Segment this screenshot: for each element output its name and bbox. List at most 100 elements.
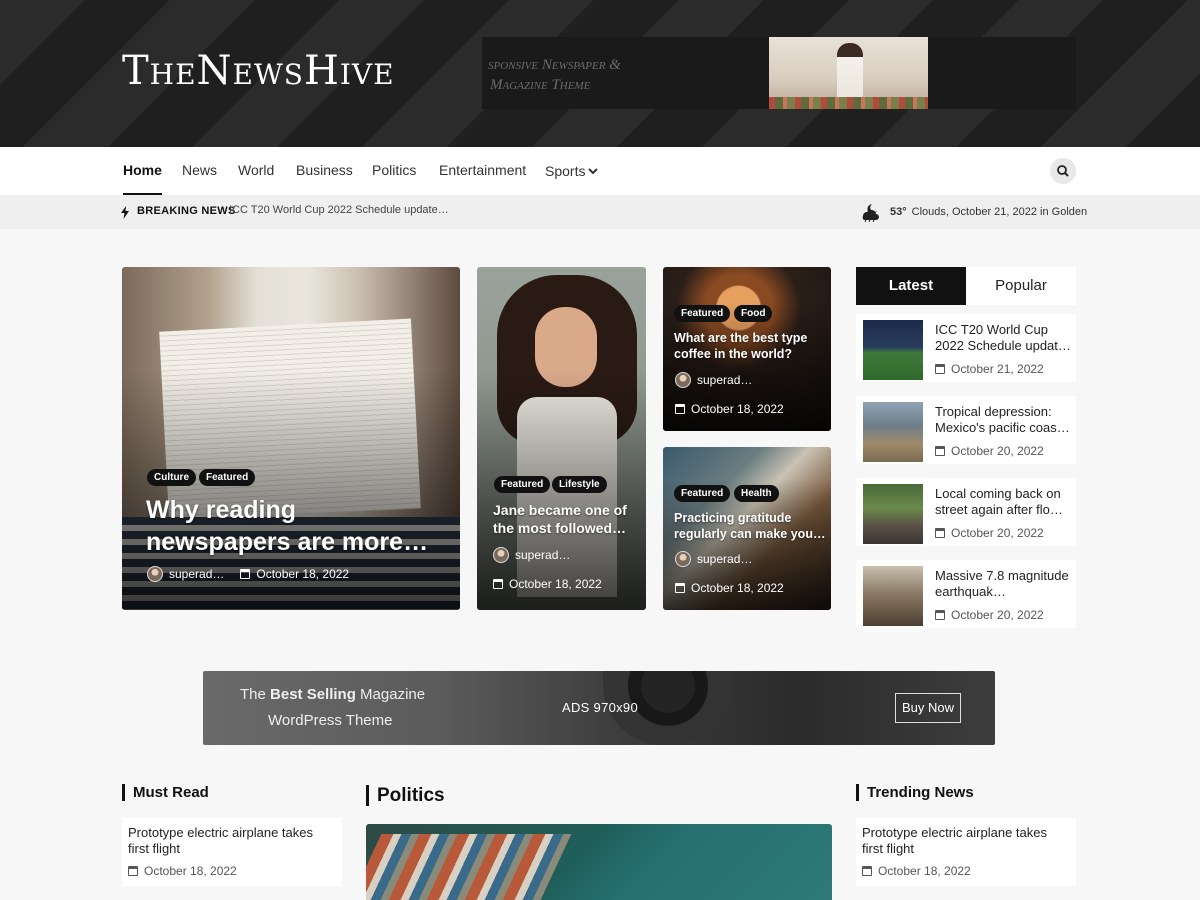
list-item[interactable]: Prototype electric airplane takes first … [856,818,1076,886]
nav-item-politics[interactable]: Politics [372,147,416,195]
card-meta-date: October 18, 2022 [493,577,602,591]
sidebar-item-date: October 21, 2022 [935,362,1044,376]
card-meta: superad… [675,372,752,388]
featured-card-title[interactable]: What are the best type coffee in the wor… [674,330,826,362]
thumbnail [863,566,923,626]
weather-widget: 53° Clouds, October 21, 2022 in Golden [860,201,1087,223]
cloud-moon-icon [862,204,879,222]
sidebar-item-title[interactable]: Tropical depression: Mexico's pacific co… [935,404,1071,436]
container-port-image [366,834,572,900]
ad-headline: The Best Selling Magazine [240,686,426,703]
sidebar-item-title[interactable]: ICC T20 World Cup 2022 Schedule updat… [935,322,1071,354]
section-title-trending: Trending News [856,784,974,801]
list-item-date: October 18, 2022 [128,864,237,878]
featured-card[interactable]: Featured Health Practicing gratitude reg… [663,447,831,610]
weather-desc: Clouds, October 21, 2022 in Golden [911,206,1088,218]
featured-card-title[interactable]: Why reading newspapers are more… [146,494,436,558]
calendar-icon [675,404,685,414]
post-date: October 18, 2022 [691,581,784,595]
badge-featured[interactable]: Featured [199,469,256,486]
calendar-icon [862,866,872,876]
featured-card[interactable]: Culture Featured Why reading newspapers … [122,267,460,610]
calendar-icon [935,528,945,538]
tab-latest[interactable]: Latest [856,267,966,305]
badge-lifestyle[interactable]: Lifestyle [552,476,607,493]
section-title-must-read: Must Read [122,784,209,801]
ad-banner[interactable]: The Best Selling Magazine WordPress Them… [203,671,995,745]
list-item-title[interactable]: Prototype electric airplane takes first … [128,825,333,857]
card-meta-date: October 18, 2022 [675,402,784,416]
badge-culture[interactable]: Culture [147,469,196,486]
nav-item-news[interactable]: News [182,147,217,195]
featured-card[interactable]: Featured Lifestyle Jane became one of th… [477,267,646,610]
thumbnail [863,484,923,544]
calendar-icon [128,866,138,876]
site-logo[interactable]: TheNewsHive [122,48,395,94]
breaking-news-label: BREAKING NEWS [137,205,236,217]
avatar [675,551,691,567]
header-ad-banner[interactable]: sponsive Newspaper & Magazine Theme [482,37,1076,109]
author-name[interactable]: superad… [697,373,752,387]
post-date: October 18, 2022 [509,577,602,591]
author-name[interactable]: superad… [515,548,570,562]
thumbnail [863,320,923,380]
calendar-icon [240,569,251,579]
author-name[interactable]: superad… [697,552,752,566]
card-meta: superad… October 18, 2022 [147,566,349,582]
featured-card[interactable]: Featured Food What are the best type cof… [663,267,831,431]
chevron-down-icon [588,168,599,175]
calendar-icon [935,610,945,620]
badge-food[interactable]: Food [734,305,773,322]
calendar-icon [935,446,945,456]
buy-now-button[interactable]: Buy Now [895,693,961,723]
thumbnail [863,402,923,462]
search-button[interactable] [1050,158,1076,184]
avatar [675,372,691,388]
badge-featured[interactable]: Featured [674,485,731,502]
avatar [147,566,163,582]
calendar-icon [493,579,503,589]
list-item-title[interactable]: Prototype electric airplane takes first … [862,825,1067,857]
sidebar-item-title[interactable]: Local coming back on street again after … [935,486,1071,518]
nav-item-entertainment[interactable]: Entertainment [439,147,526,195]
sidebar-tabs: Latest Popular [856,267,1076,305]
nav-item-world[interactable]: World [238,147,274,195]
site-header: TheNewsHive sponsive Newspaper & Magazin… [0,0,1200,147]
list-item[interactable]: Prototype electric airplane takes first … [122,818,342,886]
section-title-politics: Politics [366,785,445,806]
avatar [493,547,509,563]
nav-item-business[interactable]: Business [296,147,353,195]
lightning-icon [121,206,129,219]
breaking-news-headline[interactable]: ICC T20 World Cup 2022 Schedule update… [229,204,449,216]
featured-card-title[interactable]: Jane became one of the most followed… [493,501,641,537]
header-ad-photo [769,37,928,109]
sidebar-item-date: October 20, 2022 [935,608,1044,622]
calendar-icon [935,364,945,374]
nav-item-sports-label: Sports [545,163,586,179]
author-name[interactable]: superad… [169,567,224,581]
breaking-news-bar: BREAKING NEWS ICC T20 World Cup 2022 Sch… [0,195,1200,229]
featured-card-title[interactable]: Practicing gratitude regularly can make … [674,510,826,542]
tab-popular[interactable]: Popular [966,267,1076,305]
card-meta-date: October 18, 2022 [675,581,784,595]
badge-featured[interactable]: Featured [674,305,731,322]
badge-featured[interactable]: Featured [494,476,551,493]
card-meta: superad… [675,551,752,567]
badge-health[interactable]: Health [734,485,779,502]
sidebar-list-item[interactable]: Massive 7.8 magnitude earthquak… October… [856,560,1076,628]
list-item-date: October 18, 2022 [862,864,971,878]
politics-feature-image[interactable] [366,824,832,900]
ad-subline: WordPress Theme [268,712,393,729]
nav-item-home[interactable]: Home [123,147,162,195]
sidebar-item-date: October 20, 2022 [935,444,1044,458]
card-meta: superad… [493,547,570,563]
nav-item-sports[interactable]: Sports [545,147,599,195]
main-nav: Home News World Business Politics Entert… [0,147,1200,195]
sidebar-list-item[interactable]: Local coming back on street again after … [856,478,1076,546]
post-date: October 18, 2022 [691,402,784,416]
header-ad-text: sponsive Newspaper & Magazine Theme [488,57,621,93]
sidebar-item-title[interactable]: Massive 7.8 magnitude earthquak… [935,568,1071,600]
calendar-icon [675,583,685,593]
sidebar-list-item[interactable]: Tropical depression: Mexico's pacific co… [856,396,1076,464]
sidebar-list-item[interactable]: ICC T20 World Cup 2022 Schedule updat… O… [856,314,1076,382]
